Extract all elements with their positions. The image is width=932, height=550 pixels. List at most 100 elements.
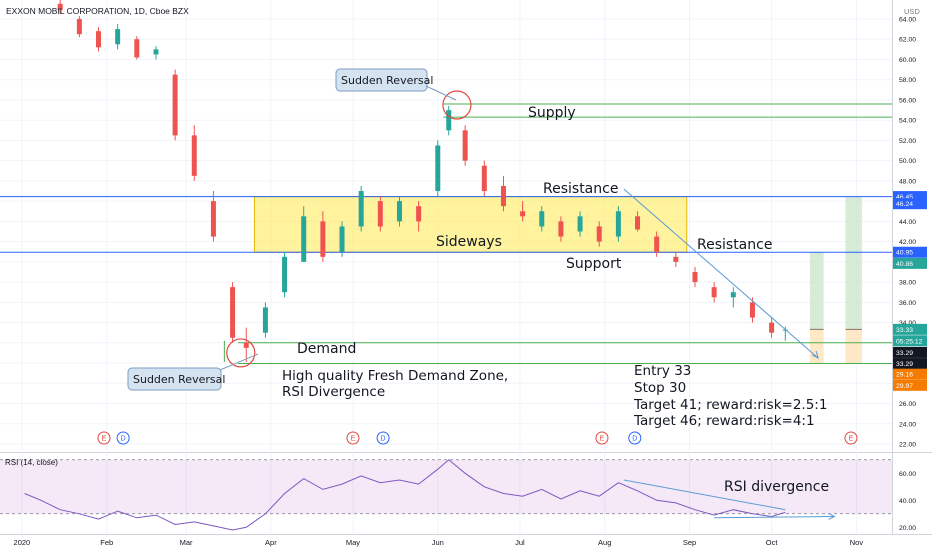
target1-zone: [809, 252, 824, 330]
price-label-text: 33.29: [896, 361, 913, 368]
price-tick-label: 60.00: [899, 57, 916, 64]
exxon-chart[interactable]: EXXON MOBIL CORPORATION, 1D, Cboe BZX US…: [0, 0, 932, 550]
candle-body: [596, 226, 602, 242]
candle-body: [692, 271, 698, 283]
candle-body: [396, 201, 402, 222]
event-marker-label: D: [381, 436, 386, 443]
x-tick-label: Apr: [265, 538, 277, 547]
price-label-text: 46.24: [896, 201, 913, 208]
demand-note-line2: RSI Divergence: [282, 384, 385, 400]
price-label-text: 40.95: [896, 250, 913, 257]
candle-body: [446, 110, 452, 131]
candle-body: [320, 221, 326, 257]
price-tick-label: 26.00: [899, 401, 916, 408]
candle-body: [435, 145, 441, 192]
event-marker-label: E: [351, 436, 356, 443]
x-tick-label: 2020: [14, 538, 31, 547]
candle-body: [76, 19, 82, 35]
x-tick-label: Jun: [432, 538, 444, 547]
sudden-reversal-bottom-text: Sudden Reversal: [133, 373, 225, 386]
candle-body: [230, 287, 236, 338]
candle-body: [615, 211, 621, 237]
rsi-tick-label: 60.00: [899, 471, 916, 478]
candle-body: [282, 256, 288, 293]
rsi-label: RSI (14, close): [5, 458, 58, 467]
target2-zone: [845, 196, 862, 330]
price-tick-label: 48.00: [899, 178, 916, 185]
event-marker-label: D: [632, 436, 637, 443]
price-label-text: 33.33: [896, 327, 913, 334]
candle-body: [749, 302, 755, 318]
price-tick-label: 36.00: [899, 300, 916, 307]
event-marker-label: D: [121, 436, 126, 443]
price-tick-label: 24.00: [899, 421, 916, 428]
event-marker-label: E: [102, 436, 107, 443]
candle-body: [635, 216, 641, 230]
event-marker-label: E: [849, 436, 854, 443]
x-tick-label: Nov: [850, 538, 864, 547]
candle-body: [500, 185, 506, 207]
price-tick-label: 42.00: [899, 239, 916, 246]
candle-body: [711, 287, 717, 298]
price-label-text: 05:25:12: [896, 338, 923, 345]
x-tick-label: Aug: [598, 538, 611, 547]
x-tick-label: Sep: [683, 538, 696, 547]
x-tick-label: Mar: [180, 538, 193, 547]
trade-stop-label: Stop 30: [634, 380, 686, 396]
price-tick-label: 38.00: [899, 280, 916, 287]
candle-body: [134, 39, 140, 58]
price-tick-label: 62.00: [899, 37, 916, 44]
price-label-text: 29.16: [896, 372, 913, 379]
candle-body: [520, 211, 526, 217]
candle-body: [262, 307, 268, 333]
candle-body: [358, 191, 364, 227]
stop1-zone: [809, 329, 824, 364]
sudden-reversal-top-text: Sudden Reversal: [341, 74, 433, 87]
price-tick-label: 44.00: [899, 219, 916, 226]
rsi-divergence-label: RSI divergence: [724, 479, 829, 495]
supply-label: Supply: [528, 105, 576, 121]
candle-body: [481, 165, 487, 192]
candle-body: [115, 29, 121, 45]
trade-entry-label: Entry 33: [634, 363, 691, 379]
candle-body: [191, 135, 197, 176]
candle-body: [577, 216, 583, 232]
resistance-right-label: Resistance: [697, 237, 772, 253]
rsi-tick-label: 20.00: [899, 525, 916, 532]
candle-body: [558, 221, 564, 237]
support-label: Support: [566, 256, 622, 272]
price-label-text: 40.86: [896, 261, 913, 268]
candle-body: [539, 211, 545, 227]
rsi-tick-label: 40.00: [899, 498, 916, 505]
candle-body: [243, 342, 249, 348]
price-tick-label: 52.00: [899, 138, 916, 145]
candle-body: [339, 226, 345, 252]
price-tick-label: 22.00: [899, 442, 916, 449]
demand-note-line1: High quality Fresh Demand Zone,: [282, 368, 508, 384]
price-tick-label: 50.00: [899, 158, 916, 165]
price-tick-label: 58.00: [899, 77, 916, 84]
candle-body: [462, 130, 468, 161]
candle-body: [96, 31, 102, 48]
trade-target2-label: Target 46; reward:risk=4:1: [633, 413, 815, 429]
candle-body: [730, 292, 736, 298]
candle-body: [673, 256, 679, 262]
demand-label: Demand: [297, 341, 356, 357]
candle-body: [416, 206, 422, 222]
x-tick-label: Oct: [766, 538, 779, 547]
price-tick-label: 56.00: [899, 97, 916, 104]
candle-body: [301, 216, 307, 262]
candle-body: [654, 236, 660, 252]
price-label-text: 29.97: [896, 383, 913, 390]
candle-body: [769, 322, 775, 333]
event-marker-label: E: [600, 436, 605, 443]
sideways-label: Sideways: [436, 234, 502, 250]
price-tick-label: 64.00: [899, 17, 916, 24]
chart-title: EXXON MOBIL CORPORATION, 1D, Cboe BZX: [6, 6, 189, 16]
candle-body: [377, 201, 383, 227]
candle-body: [172, 74, 178, 136]
price-label-text: 33.29: [896, 350, 913, 357]
resistance-top-label: Resistance: [543, 181, 618, 197]
x-tick-label: Feb: [100, 538, 113, 547]
currency-label: USD: [904, 7, 920, 16]
